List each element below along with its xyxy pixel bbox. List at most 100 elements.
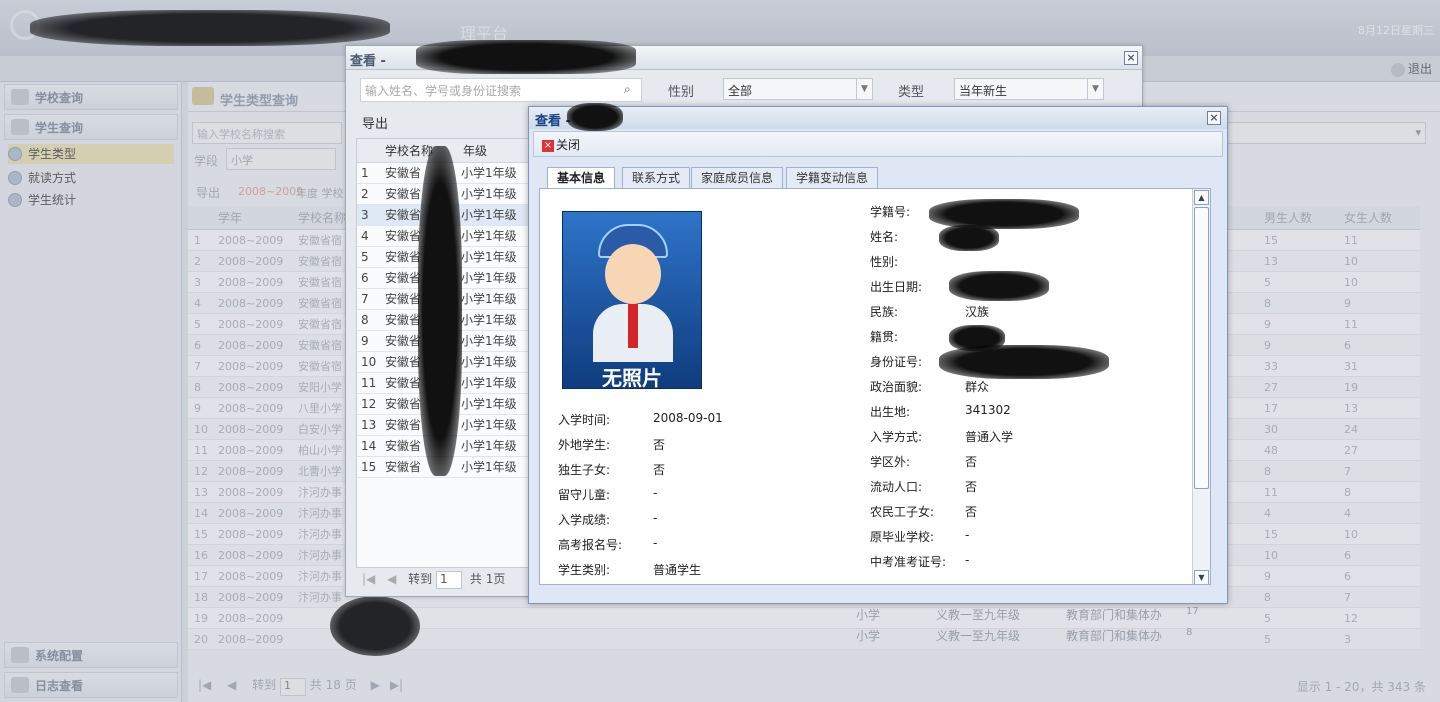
win1-export-button[interactable]: 导出 [356,112,536,138]
field-row: 学区外: 否 [870,453,1190,478]
field-label: 姓名: [870,230,899,244]
close-icon: × [542,139,554,152]
table-cell: 2 [361,187,369,201]
gender-label: 性别 [668,85,695,100]
close-button[interactable]: × 关闭 [542,136,580,153]
win2-titlebar: 查看 - × [529,107,1227,129]
field-value: 2008-09-01 [653,411,723,425]
win1-search-input[interactable]: 输入姓名、学号或身份证搜索 [360,78,642,102]
field-label: 原毕业学校: [870,530,935,544]
table-cell: 6 [361,271,369,285]
student-detail-window: 查看 - × × 关闭 基本信息 联系方式 家庭成员信息 学籍变动信息 无照片 入… [528,103,1228,604]
tab-family[interactable]: 家庭成员信息 [691,167,784,189]
field-label: 学生类别: [558,563,611,577]
table-cell: 12 [361,397,377,411]
win1-close-icon[interactable]: × [1124,51,1138,65]
right-fields: 学籍号: 姓名: 性别: 出生日期: 民族: 汉族 籍贯: 身份证号: 政治面貌: 群众 出生地: 3… [870,203,1190,578]
table-cell: 安徽省 [385,439,422,453]
field-label: 流动人口: [870,480,923,494]
table-cell: 3 [361,208,369,222]
field-value: 341302 [965,403,1011,417]
field-row: 高考报名号: - [558,536,858,561]
scroll-down-icon[interactable]: ▼ [1194,570,1209,584]
table-cell: 小学1年级 [461,439,517,453]
chevron-down-icon: ▼ [1087,79,1103,99]
field-row: 农民工子女: 否 [870,503,1190,528]
field-label: 入学时间: [558,413,611,427]
field-value: - [965,528,970,542]
field-value: 汉族 [965,305,990,319]
table-cell: 14 [361,439,377,453]
prev-page-icon[interactable]: ◀ [387,572,396,586]
table-cell: 小学1年级 [461,250,517,264]
field-row: 留守儿童: - [558,486,858,511]
field-label: 独生子女: [558,463,611,477]
first-page-icon[interactable]: |◀ [362,572,375,586]
field-label: 身份证号: [870,355,923,369]
table-cell: 安徽省 [385,418,422,432]
redaction-mark [567,103,623,131]
field-row: 独生子女: 否 [558,461,858,486]
table-cell: 小学1年级 [461,397,517,411]
table-cell: 安徽省 [385,313,422,327]
basic-info-panel: 无照片 入学时间: 2008-09-01 外地学生: 否独生子女: 否留守儿童: - 入学成… [539,188,1211,585]
field-row: 民族: 汉族 [870,303,1190,328]
field-row: 姓名: [870,228,1190,253]
table-cell: 小学1年级 [461,187,517,201]
field-value: 普通学生 [653,563,702,577]
panel-scrollbar[interactable]: ▲ ▼ [1192,189,1210,584]
tab-contact[interactable]: 联系方式 [622,167,691,189]
scroll-thumb[interactable] [1194,207,1209,489]
field-row: 流动人口: 否 [870,478,1190,503]
field-label: 学区外: [870,455,911,469]
redaction-mark [939,345,1109,379]
field-value: 否 [965,480,978,494]
field-value: - [653,486,658,500]
table-cell: 小学1年级 [461,376,517,390]
table-cell: 小学1年级 [461,229,517,243]
field-label: 入学成绩: [558,513,611,527]
win2-close-icon[interactable]: × [1207,111,1221,125]
table-cell: 安徽省 [385,376,422,390]
field-value: - [965,553,970,567]
scroll-up-icon[interactable]: ▲ [1194,190,1209,205]
chevron-down-icon: ▼ [856,79,872,99]
no-photo-image: 无照片 [562,211,702,390]
table-cell: 安徽省 [385,355,422,369]
tab-status-change[interactable]: 学籍变动信息 [786,167,879,189]
no-photo-text: 无照片 [602,366,662,390]
table-cell: 安徽省 [385,397,422,411]
col-grade: 年级 [463,144,488,158]
field-label: 入学方式: [870,430,923,444]
win2-toolbar: × 关闭 [533,131,1223,157]
table-cell: 安徽省 [385,208,422,222]
field-label: 性别: [870,255,899,269]
field-value: 否 [653,463,666,477]
gender-select[interactable]: 全部 ▼ [723,78,873,100]
table-cell: 小学1年级 [461,313,517,327]
tab-basic-info[interactable]: 基本信息 [547,167,616,189]
field-value: 群众 [965,380,990,394]
field-value: 否 [653,438,666,452]
table-cell: 11 [361,376,377,390]
field-label: 出生地: [870,405,911,419]
table-cell: 安徽省 [385,250,422,264]
search-icon[interactable]: ⌕ [624,82,631,97]
table-cell: 5 [361,250,369,264]
field-label: 中考准考证号: [870,555,947,569]
table-cell: 小学1年级 [461,208,517,222]
redaction-mark [939,225,999,251]
win1-page-input[interactable]: 1 [436,571,463,589]
redaction-mark [416,40,636,74]
redaction-mark [418,146,462,476]
field-label: 出生日期: [870,280,923,294]
field-row: 政治面貌: 群众 [870,378,1190,403]
table-cell: 安徽省 [385,271,422,285]
table-cell: 小学1年级 [461,292,517,306]
table-cell: 小学1年级 [461,166,517,180]
field-value: - [653,511,658,525]
table-cell: 小学1年级 [461,418,517,432]
table-cell: 安徽省 [385,334,422,348]
field-label: 民族: [870,305,899,319]
type-select[interactable]: 当年新生 ▼ [954,78,1104,100]
